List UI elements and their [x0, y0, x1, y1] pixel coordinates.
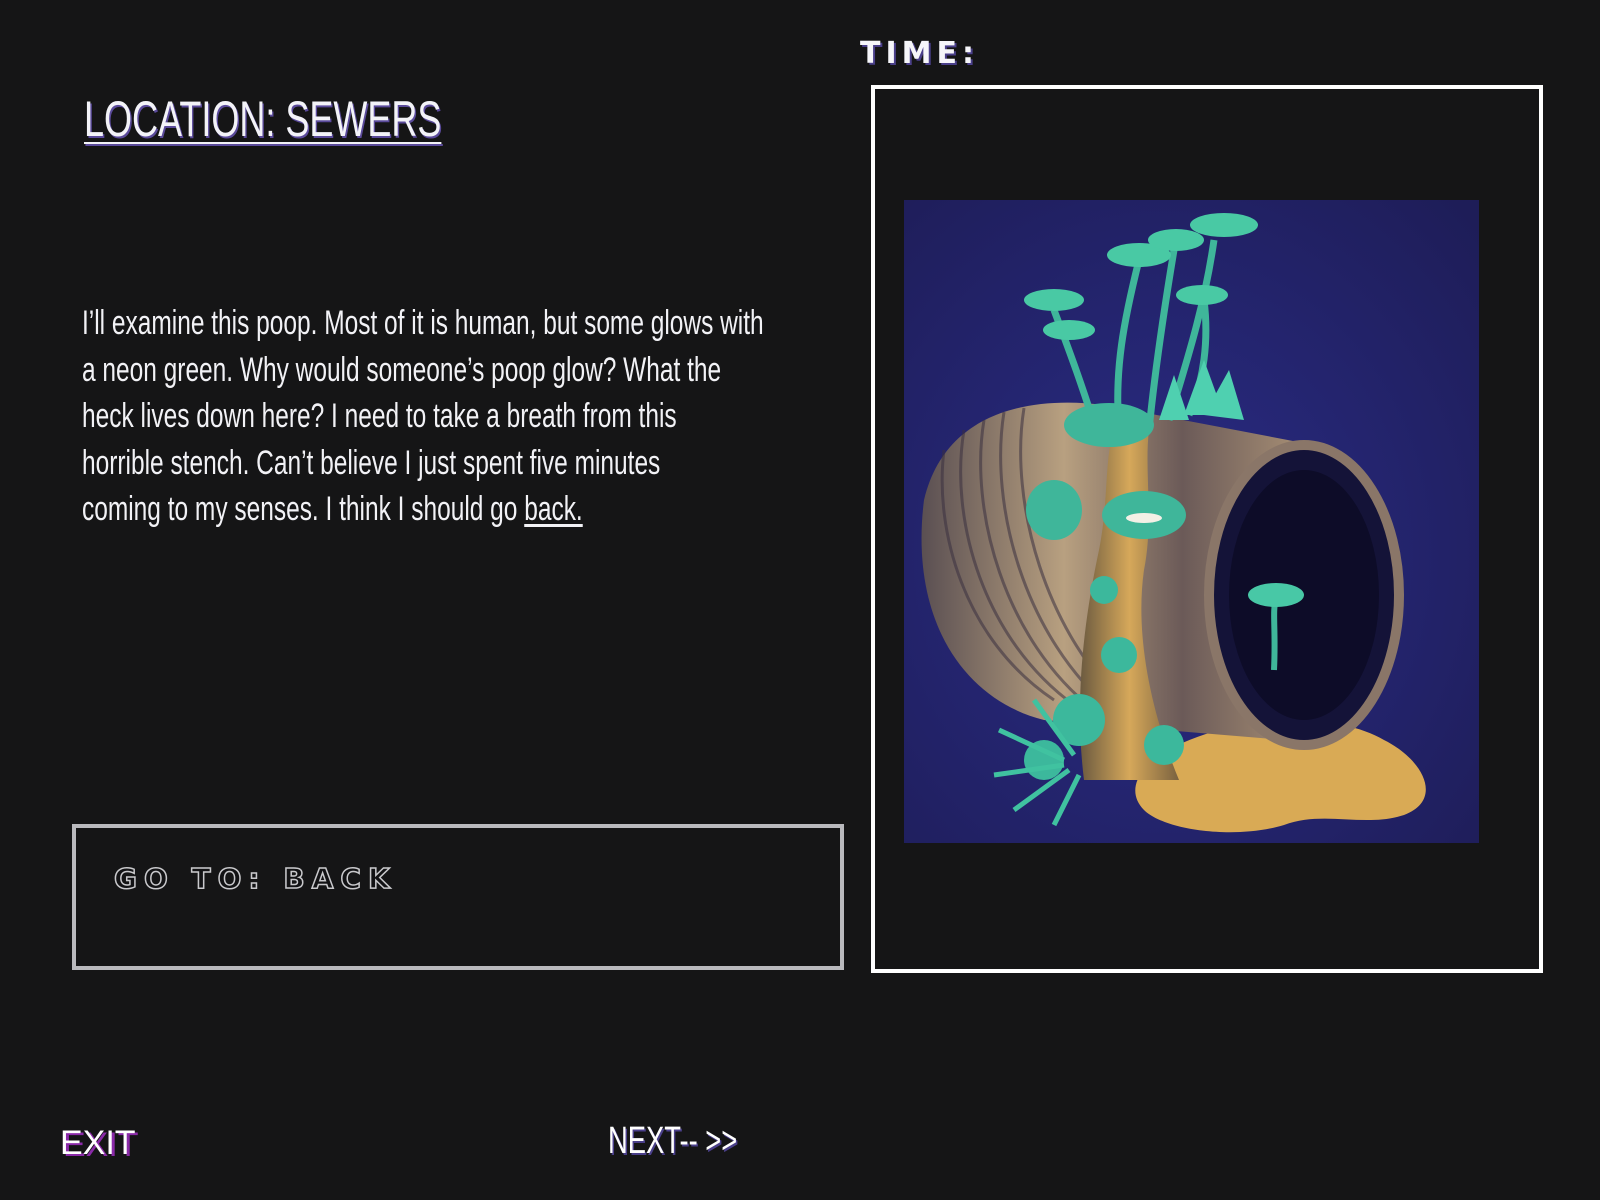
location-title: LOCATION: SEWERS — [84, 91, 442, 147]
narrative-line: I’ll examine this poop. Most of it is hu… — [82, 304, 764, 342]
game-screen: LOCATION: SEWERS TIME: I’ll examine this… — [0, 0, 1600, 1200]
narrative-line: coming to my senses. I think I should go — [82, 490, 525, 528]
goto-back-button[interactable]: GO TO: BACK — [72, 824, 844, 970]
next-button[interactable]: NEXT-- >> — [608, 1120, 737, 1163]
narrative-line: a neon green. Why would someone’s poop g… — [82, 350, 722, 389]
goto-label: GO TO: BACK — [113, 861, 397, 896]
time-label: TIME: — [860, 36, 979, 71]
scene-image — [904, 200, 1479, 843]
exit-button[interactable]: EXIT — [60, 1124, 136, 1163]
narrative-line: horrible stench. Can’t believe I just sp… — [82, 443, 661, 482]
back-link[interactable]: back. — [524, 490, 583, 528]
inner-mushroom-cap — [1248, 583, 1304, 607]
narrative-line: heck lives down here? I need to take a b… — [82, 397, 677, 435]
narrative-line-last: coming to my senses. I think I should go… — [82, 486, 838, 533]
narrative-text: I’ll examine this poop. Most of it is hu… — [82, 300, 838, 533]
